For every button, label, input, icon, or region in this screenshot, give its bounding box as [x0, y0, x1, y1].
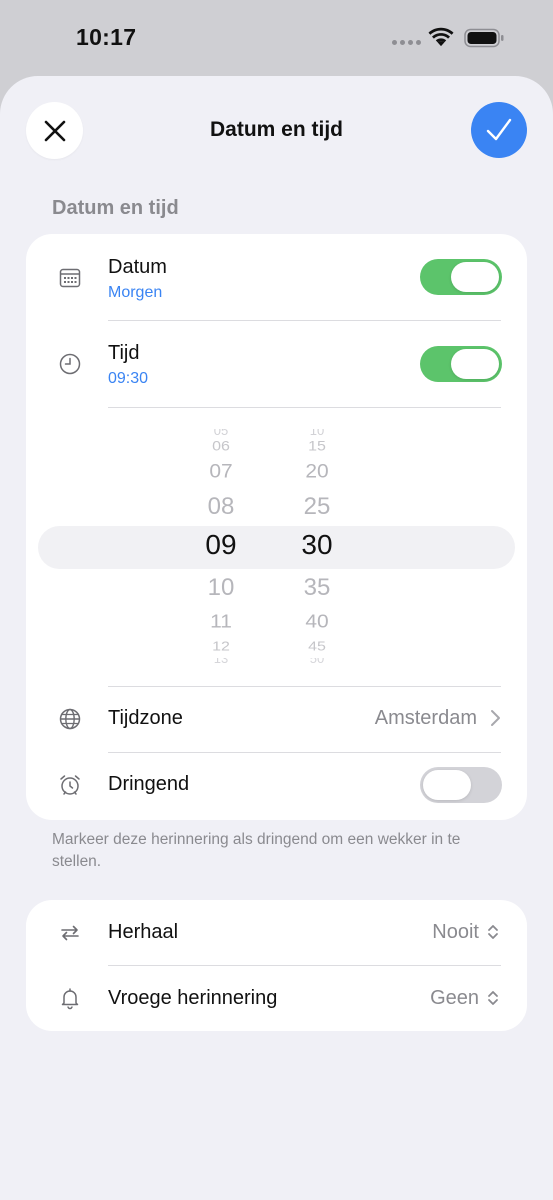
time-label: Tijd: [108, 342, 140, 364]
sheet-header: Datum en tijd: [0, 76, 553, 186]
picker-minute-option[interactable]: 10: [277, 429, 357, 437]
picker-hour-option[interactable]: 07: [181, 461, 261, 483]
picker-hour-option[interactable]: 13: [181, 658, 261, 664]
picker-hour-option[interactable]: 11: [181, 611, 261, 633]
date-time-card: Datum Morgen Tijd 09:30 05 06 07 08 09 1…: [26, 234, 527, 820]
date-row[interactable]: Datum Morgen: [26, 234, 527, 320]
repeat-label: Herhaal: [108, 921, 179, 943]
calendar-icon: [59, 268, 81, 288]
alarm-icon: [60, 775, 80, 795]
battery-icon: [464, 28, 504, 48]
date-time-sheet: Datum en tijd Datum en tijd Datum Morgen…: [0, 76, 553, 1200]
urgent-row[interactable]: Dringend: [26, 753, 527, 820]
screen: 10:17 Datum en tijd Datum en tijd Datum …: [0, 0, 553, 1200]
picker-hour-option[interactable]: 10: [181, 574, 261, 602]
chevron-up-down-icon: [488, 991, 498, 1005]
time-value[interactable]: 09:30: [108, 370, 148, 388]
picker-hour-option[interactable]: 05: [181, 429, 261, 437]
chevron-up-down-icon: [488, 925, 498, 939]
cellular-signal-icon: [392, 40, 421, 45]
date-toggle[interactable]: [420, 259, 502, 295]
clock-icon: [59, 353, 81, 375]
early-reminder-row[interactable]: Vroege herinnering Geen: [26, 966, 527, 1031]
time-row[interactable]: Tijd 09:30: [26, 321, 527, 407]
repeat-icon: [61, 925, 79, 941]
date-label: Datum: [108, 256, 167, 278]
picker-minute-option[interactable]: 25: [277, 493, 357, 521]
picker-minute-option[interactable]: 20: [277, 461, 357, 483]
urgent-toggle[interactable]: [420, 767, 502, 803]
picker-minute-option[interactable]: 50: [277, 658, 357, 664]
wifi-icon: [428, 27, 454, 47]
picker-hour-option[interactable]: 08: [181, 493, 261, 521]
picker-hour-option[interactable]: 06: [181, 439, 261, 454]
section-title: Datum en tijd: [52, 197, 179, 219]
date-value[interactable]: Morgen: [108, 284, 162, 302]
picker-minute-selected[interactable]: 30: [277, 529, 357, 561]
timezone-value: Amsterdam: [374, 707, 477, 729]
early-reminder-label: Vroege herinnering: [108, 987, 278, 1009]
status-bar: 10:17: [0, 0, 553, 76]
urgent-label: Dringend: [108, 773, 190, 795]
picker-hour-option[interactable]: 12: [181, 640, 261, 655]
repeat-card: Herhaal Nooit Vroege herinnering Geen: [26, 900, 527, 1031]
picker-minute-option[interactable]: 40: [277, 611, 357, 633]
timezone-row[interactable]: Tijdzone Amsterdam: [26, 687, 527, 752]
picker-minute-option[interactable]: 45: [277, 640, 357, 655]
time-toggle[interactable]: [420, 346, 502, 382]
timezone-label: Tijdzone: [108, 707, 183, 729]
checkmark-icon: [486, 118, 512, 141]
divider: [108, 407, 501, 408]
repeat-value[interactable]: Nooit: [432, 921, 479, 944]
urgent-footnote: Markeer deze herinnering als dringend om…: [52, 831, 461, 870]
status-time: 10:17: [76, 24, 137, 50]
chevron-right-icon: [491, 710, 500, 726]
picker-hour-selected[interactable]: 09: [181, 529, 261, 561]
confirm-button[interactable]: [471, 102, 527, 158]
picker-minute-option[interactable]: 35: [277, 574, 357, 602]
bell-icon: [61, 988, 79, 1010]
picker-minute-option[interactable]: 15: [277, 439, 357, 454]
repeat-row[interactable]: Herhaal Nooit: [26, 900, 527, 965]
time-picker[interactable]: 05 06 07 08 09 10 11 12 13 10 15 20 25 3…: [26, 429, 527, 664]
globe-icon: [59, 708, 81, 730]
early-reminder-value[interactable]: Geen: [430, 987, 479, 1010]
